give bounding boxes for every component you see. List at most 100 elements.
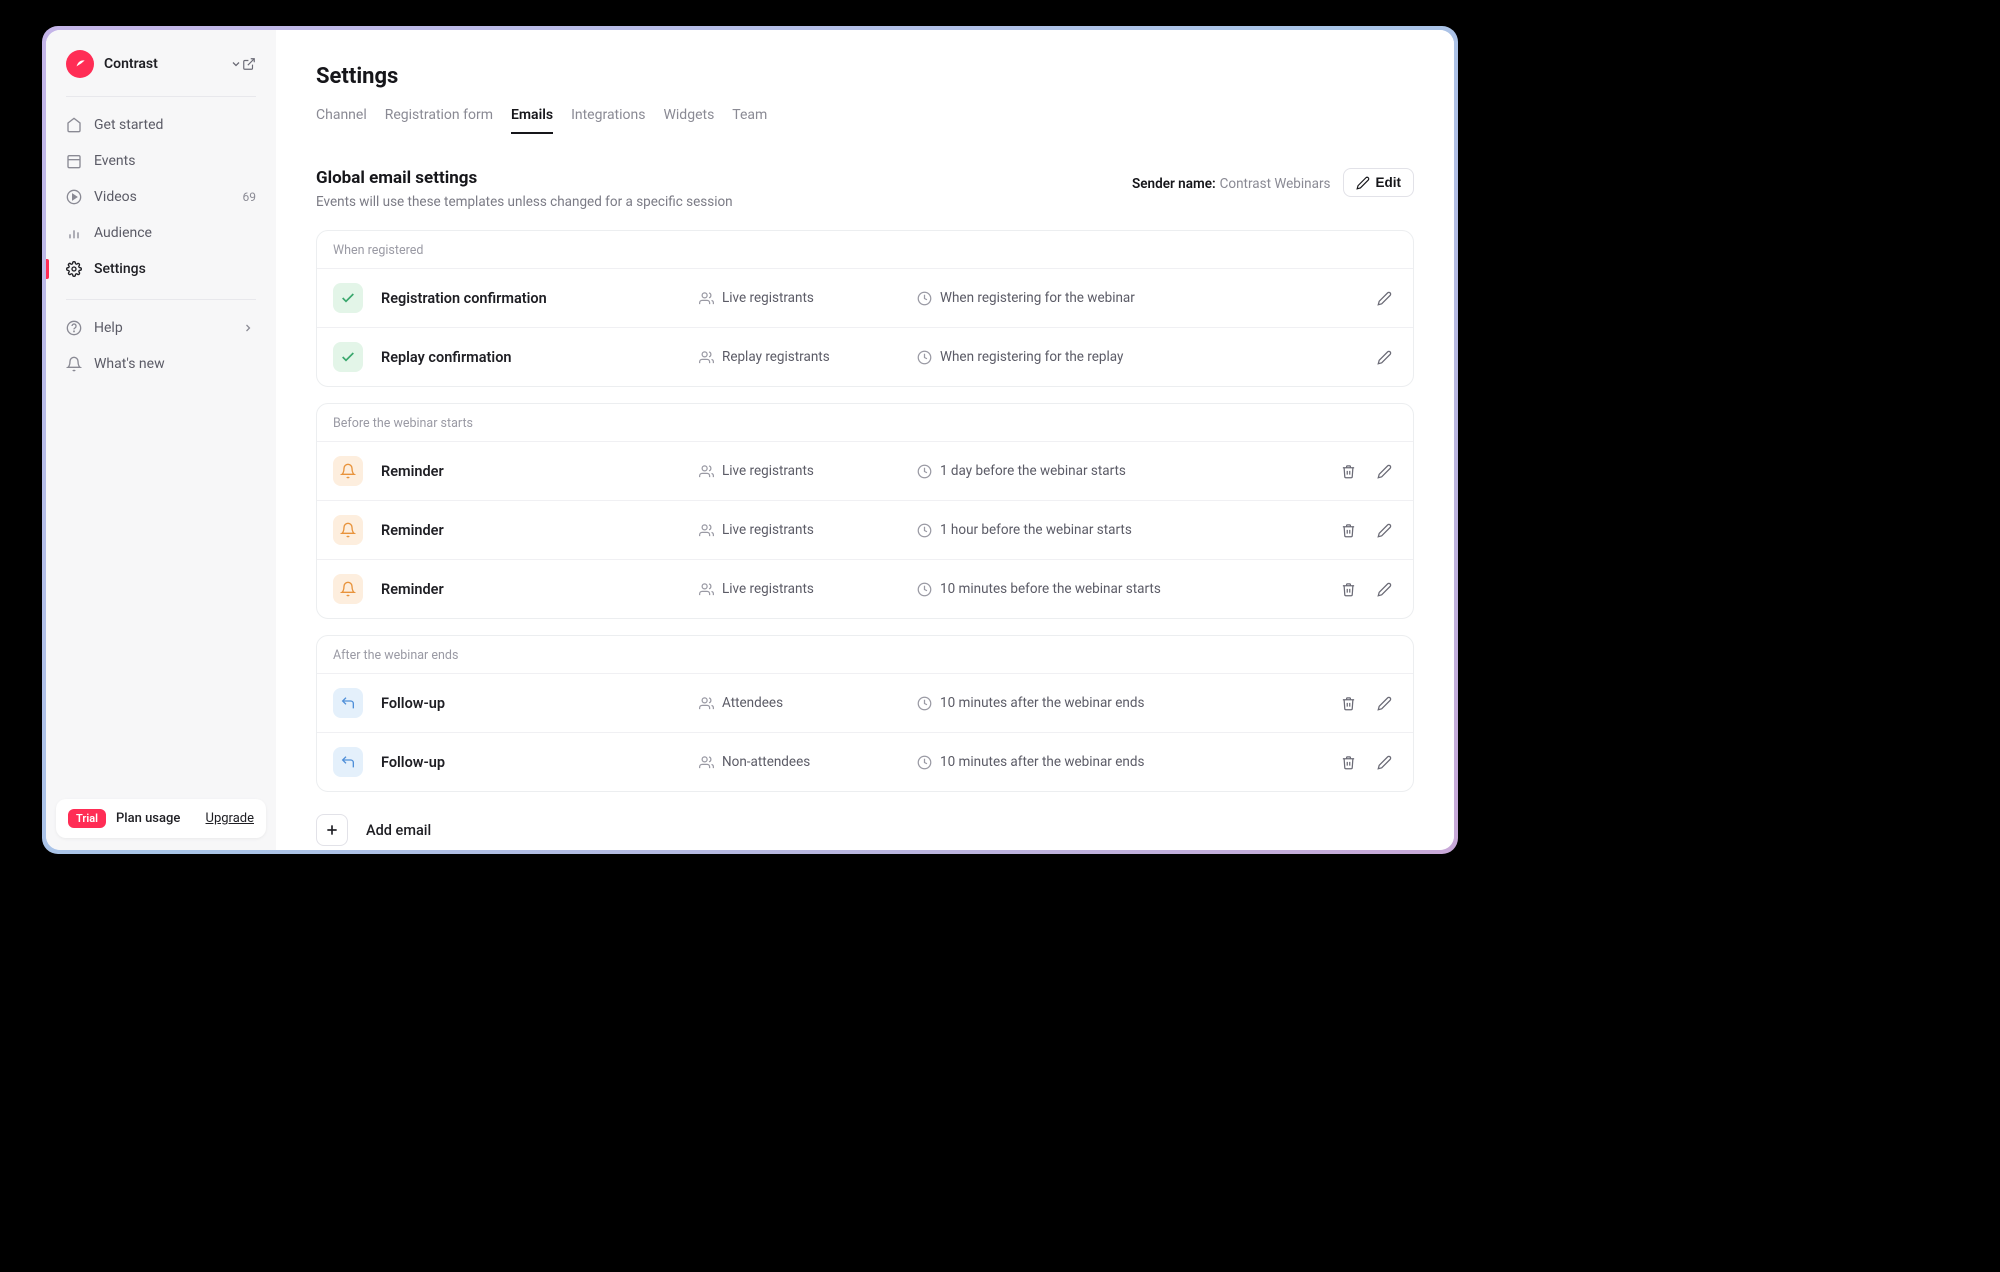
email-timing: 1 day before the webinar starts <box>940 463 1126 479</box>
email-timing: 10 minutes before the webinar starts <box>940 581 1161 597</box>
email-name: Reminder <box>381 581 681 598</box>
sidebar-item-count: 69 <box>243 190 257 204</box>
clock-icon <box>917 582 932 597</box>
email-row: ReminderLive registrants1 hour before th… <box>317 500 1413 559</box>
page-title: Settings <box>316 64 1414 89</box>
email-row: Registration confirmation Live registrant… <box>317 268 1413 327</box>
gear-icon <box>66 261 82 277</box>
clock-icon <box>917 464 932 479</box>
delete-email-button[interactable] <box>1335 690 1361 716</box>
email-timing: 10 minutes after the webinar ends <box>940 754 1144 770</box>
check-icon <box>333 283 363 313</box>
tab-channel[interactable]: Channel <box>316 107 367 133</box>
open-external-button[interactable] <box>242 57 256 71</box>
sidebar-item-audience[interactable]: Audience <box>46 215 276 251</box>
bell-icon <box>333 515 363 545</box>
plan-usage-label: Plan usage <box>116 811 180 826</box>
email-group: When registeredRegistration confirmation… <box>316 230 1414 387</box>
tab-widgets[interactable]: Widgets <box>663 107 714 133</box>
email-timing: 10 minutes after the webinar ends <box>940 695 1144 711</box>
email-audience: Live registrants <box>722 290 814 306</box>
sender-name-label: Sender name: <box>1132 176 1216 192</box>
clock-icon <box>917 755 932 770</box>
sidebar-item-label: Settings <box>94 261 256 277</box>
email-audience: Live registrants <box>722 581 814 597</box>
trial-badge: Trial <box>68 809 106 828</box>
sidebar-item-label: Get started <box>94 117 256 133</box>
email-name: Follow-up <box>381 695 681 712</box>
email-row: Follow-upAttendees10 minutes after the w… <box>317 673 1413 732</box>
group-header: When registered <box>317 231 1413 268</box>
main-content: Settings Channel Registration form Email… <box>276 30 1454 850</box>
sidebar-item-whats-new[interactable]: What's new <box>46 346 276 382</box>
bell-icon <box>66 356 82 372</box>
sidebar-item-videos[interactable]: Videos 69 <box>46 179 276 215</box>
undo-icon <box>333 688 363 718</box>
group-header: Before the webinar starts <box>317 404 1413 441</box>
email-name: Follow-up <box>381 754 681 771</box>
sidebar-item-label: Events <box>94 153 256 169</box>
bell-icon <box>333 456 363 486</box>
clock-icon <box>917 350 932 365</box>
people-icon <box>699 291 714 306</box>
email-row: Reminder Live registrants 1 day before the… <box>317 441 1413 500</box>
home-icon <box>66 117 82 133</box>
sidebar: Contrast Get started Events Videos <box>46 30 276 850</box>
tab-registration-form[interactable]: Registration form <box>385 107 493 133</box>
chevron-right-icon <box>240 320 256 336</box>
email-audience: Live registrants <box>722 463 814 479</box>
edit-email-button[interactable] <box>1371 285 1397 311</box>
edit-email-button[interactable] <box>1371 576 1397 602</box>
tab-integrations[interactable]: Integrations <box>571 107 645 133</box>
help-icon <box>66 320 82 336</box>
sidebar-item-help[interactable]: Help <box>46 310 276 346</box>
email-timing: When registering for the replay <box>940 349 1123 365</box>
edit-email-button[interactable] <box>1371 344 1397 370</box>
people-icon <box>699 755 714 770</box>
delete-email-button[interactable] <box>1335 576 1361 602</box>
edit-email-button[interactable] <box>1371 517 1397 543</box>
sidebar-item-events[interactable]: Events <box>46 143 276 179</box>
edit-email-button[interactable] <box>1371 690 1397 716</box>
org-switcher[interactable]: Contrast <box>104 56 230 72</box>
tab-emails[interactable]: Emails <box>511 107 553 133</box>
sidebar-item-label: Audience <box>94 225 256 241</box>
email-audience: Non-attendees <box>722 754 810 770</box>
delete-email-button[interactable] <box>1335 458 1361 484</box>
email-group: After the webinar endsFollow-upAttendees… <box>316 635 1414 792</box>
chevron-down-icon <box>230 58 242 70</box>
people-icon <box>699 696 714 711</box>
tab-team[interactable]: Team <box>732 107 767 133</box>
edit-sender-button[interactable]: Edit <box>1343 168 1415 197</box>
add-email-button[interactable] <box>316 814 348 846</box>
email-name: Registration confirmation <box>381 290 681 307</box>
play-circle-icon <box>66 189 82 205</box>
delete-email-button[interactable] <box>1335 749 1361 775</box>
sidebar-item-settings[interactable]: Settings <box>46 251 276 287</box>
sidebar-item-get-started[interactable]: Get started <box>46 107 276 143</box>
plan-usage-card: Trial Plan usage Upgrade <box>56 799 266 838</box>
edit-email-button[interactable] <box>1371 749 1397 775</box>
email-name: Reminder <box>381 463 681 480</box>
email-timing: 1 hour before the webinar starts <box>940 522 1132 538</box>
people-icon <box>699 464 714 479</box>
email-row: Reminder Live registrants 10 minutes befor… <box>317 559 1413 618</box>
sender-name-value: Contrast Webinars <box>1220 176 1331 192</box>
settings-tabs: Channel Registration form Emails Integra… <box>316 107 1414 134</box>
check-icon <box>333 342 363 372</box>
section-description: Events will use these templates unless c… <box>316 194 733 210</box>
email-audience: Replay registrants <box>722 349 830 365</box>
delete-email-button[interactable] <box>1335 517 1361 543</box>
sidebar-item-label: Videos <box>94 189 231 205</box>
upgrade-link[interactable]: Upgrade <box>206 811 254 826</box>
edit-button-label: Edit <box>1376 175 1402 190</box>
edit-email-button[interactable] <box>1371 458 1397 484</box>
email-audience: Live registrants <box>722 522 814 538</box>
clock-icon <box>917 291 932 306</box>
bell-icon <box>333 574 363 604</box>
sidebar-item-label: What's new <box>94 356 256 372</box>
app-logo <box>66 50 94 78</box>
email-name: Replay confirmation <box>381 349 681 366</box>
email-row: Follow-up Non-attendees 10 minutes after t… <box>317 732 1413 791</box>
email-row: Replay confirmation Replay registrants Whe… <box>317 327 1413 386</box>
